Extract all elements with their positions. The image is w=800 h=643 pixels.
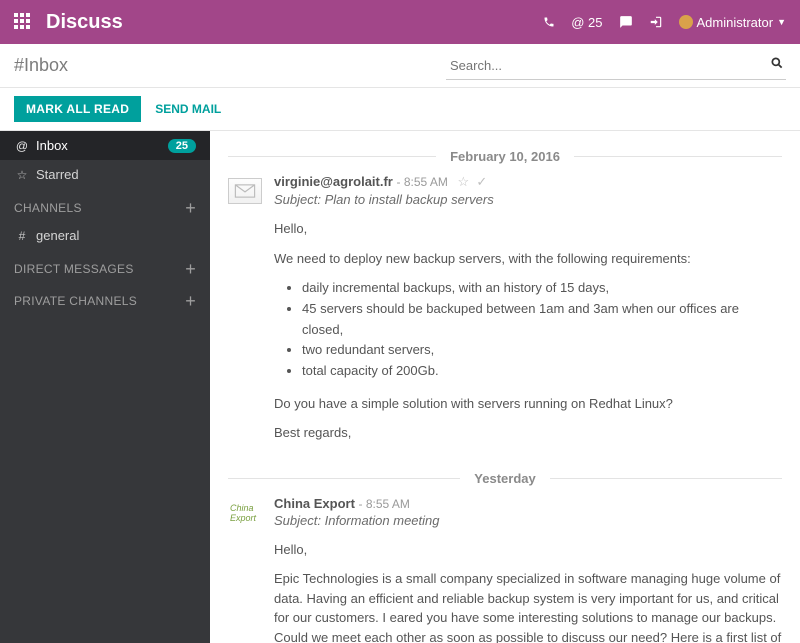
page-title: #Inbox [14,55,68,76]
chevron-down-icon: ▼ [777,17,786,27]
topbar: Discuss @ 25 Administrator ▼ [0,0,800,44]
message-text: We need to deploy new backup servers, wi… [274,249,782,269]
message-list-items: daily incremental backups, with an histo… [302,278,782,382]
sidebar-item-label: Inbox [36,138,68,153]
sidebar-item-general[interactable]: # general [0,221,210,250]
inbox-badge: 25 [168,139,196,153]
star-icon: ☆ [14,168,30,182]
mentions-count[interactable]: @ 25 [571,15,602,30]
apps-grid-icon[interactable] [14,13,32,31]
actionbar: MARK ALL READ SEND MAIL [0,88,800,131]
message-time: - 8:55 AM [397,175,448,189]
logout-icon[interactable] [649,15,663,29]
sidebar-item-label: general [36,228,79,243]
message-subject: Subject: Information meeting [274,513,782,528]
sidebar-heading-channels: CHANNELS + [0,189,210,221]
send-mail-button[interactable]: SEND MAIL [155,102,221,116]
app-title: Discuss [46,11,123,34]
subbar: #Inbox [0,44,800,88]
envelope-icon [228,178,262,204]
message-text: Hello, [274,540,782,560]
check-icon[interactable]: ✓ [476,174,487,189]
add-private-icon[interactable]: + [185,295,196,307]
systray: @ 25 Administrator ▼ [543,15,786,30]
company-logo-icon: ChinaExport [228,500,262,526]
user-menu[interactable]: Administrator ▼ [679,15,787,30]
message-from[interactable]: virginie@agrolait.fr [274,174,393,189]
mark-all-read-button[interactable]: MARK ALL READ [14,96,141,122]
sidebar-heading-private: PRIVATE CHANNELS + [0,282,210,314]
sidebar-item-inbox[interactable]: @ Inbox 25 [0,131,210,160]
sidebar: @ Inbox 25 ☆ Starred CHANNELS + # genera… [0,131,210,643]
avatar-icon [679,15,693,29]
message-list: February 10, 2016 virginie@agrolait.fr -… [210,131,800,643]
message: ChinaExport China Export - 8:55 AM Subje… [228,496,782,643]
message-text: Epic Technologies is a small company spe… [274,569,782,643]
date-separator: February 10, 2016 [228,149,782,164]
star-outline-icon[interactable]: ☆ [458,174,470,189]
date-separator: Yesterday [228,471,782,486]
message: virginie@agrolait.fr - 8:55 AM ☆ ✓ Subje… [228,174,782,453]
sidebar-item-starred[interactable]: ☆ Starred [0,160,210,189]
message-text: Hello, [274,219,782,239]
at-icon: @ [14,139,30,153]
phone-icon[interactable] [543,16,555,28]
search-wrap [446,52,786,80]
search-icon[interactable] [770,56,784,70]
message-text: Do you have a simple solution with serve… [274,394,782,414]
user-name: Administrator [697,15,774,30]
add-channel-icon[interactable]: + [185,202,196,214]
sidebar-heading-dm: DIRECT MESSAGES + [0,250,210,282]
hash-icon: # [14,229,30,243]
message-time: - 8:55 AM [359,497,410,511]
add-dm-icon[interactable]: + [185,263,196,275]
sidebar-item-label: Starred [36,167,79,182]
message-from[interactable]: China Export [274,496,355,511]
search-input[interactable] [446,52,786,80]
message-subject: Subject: Plan to install backup servers [274,192,782,207]
messaging-icon[interactable] [619,15,633,29]
message-text: Best regards, [274,423,782,443]
